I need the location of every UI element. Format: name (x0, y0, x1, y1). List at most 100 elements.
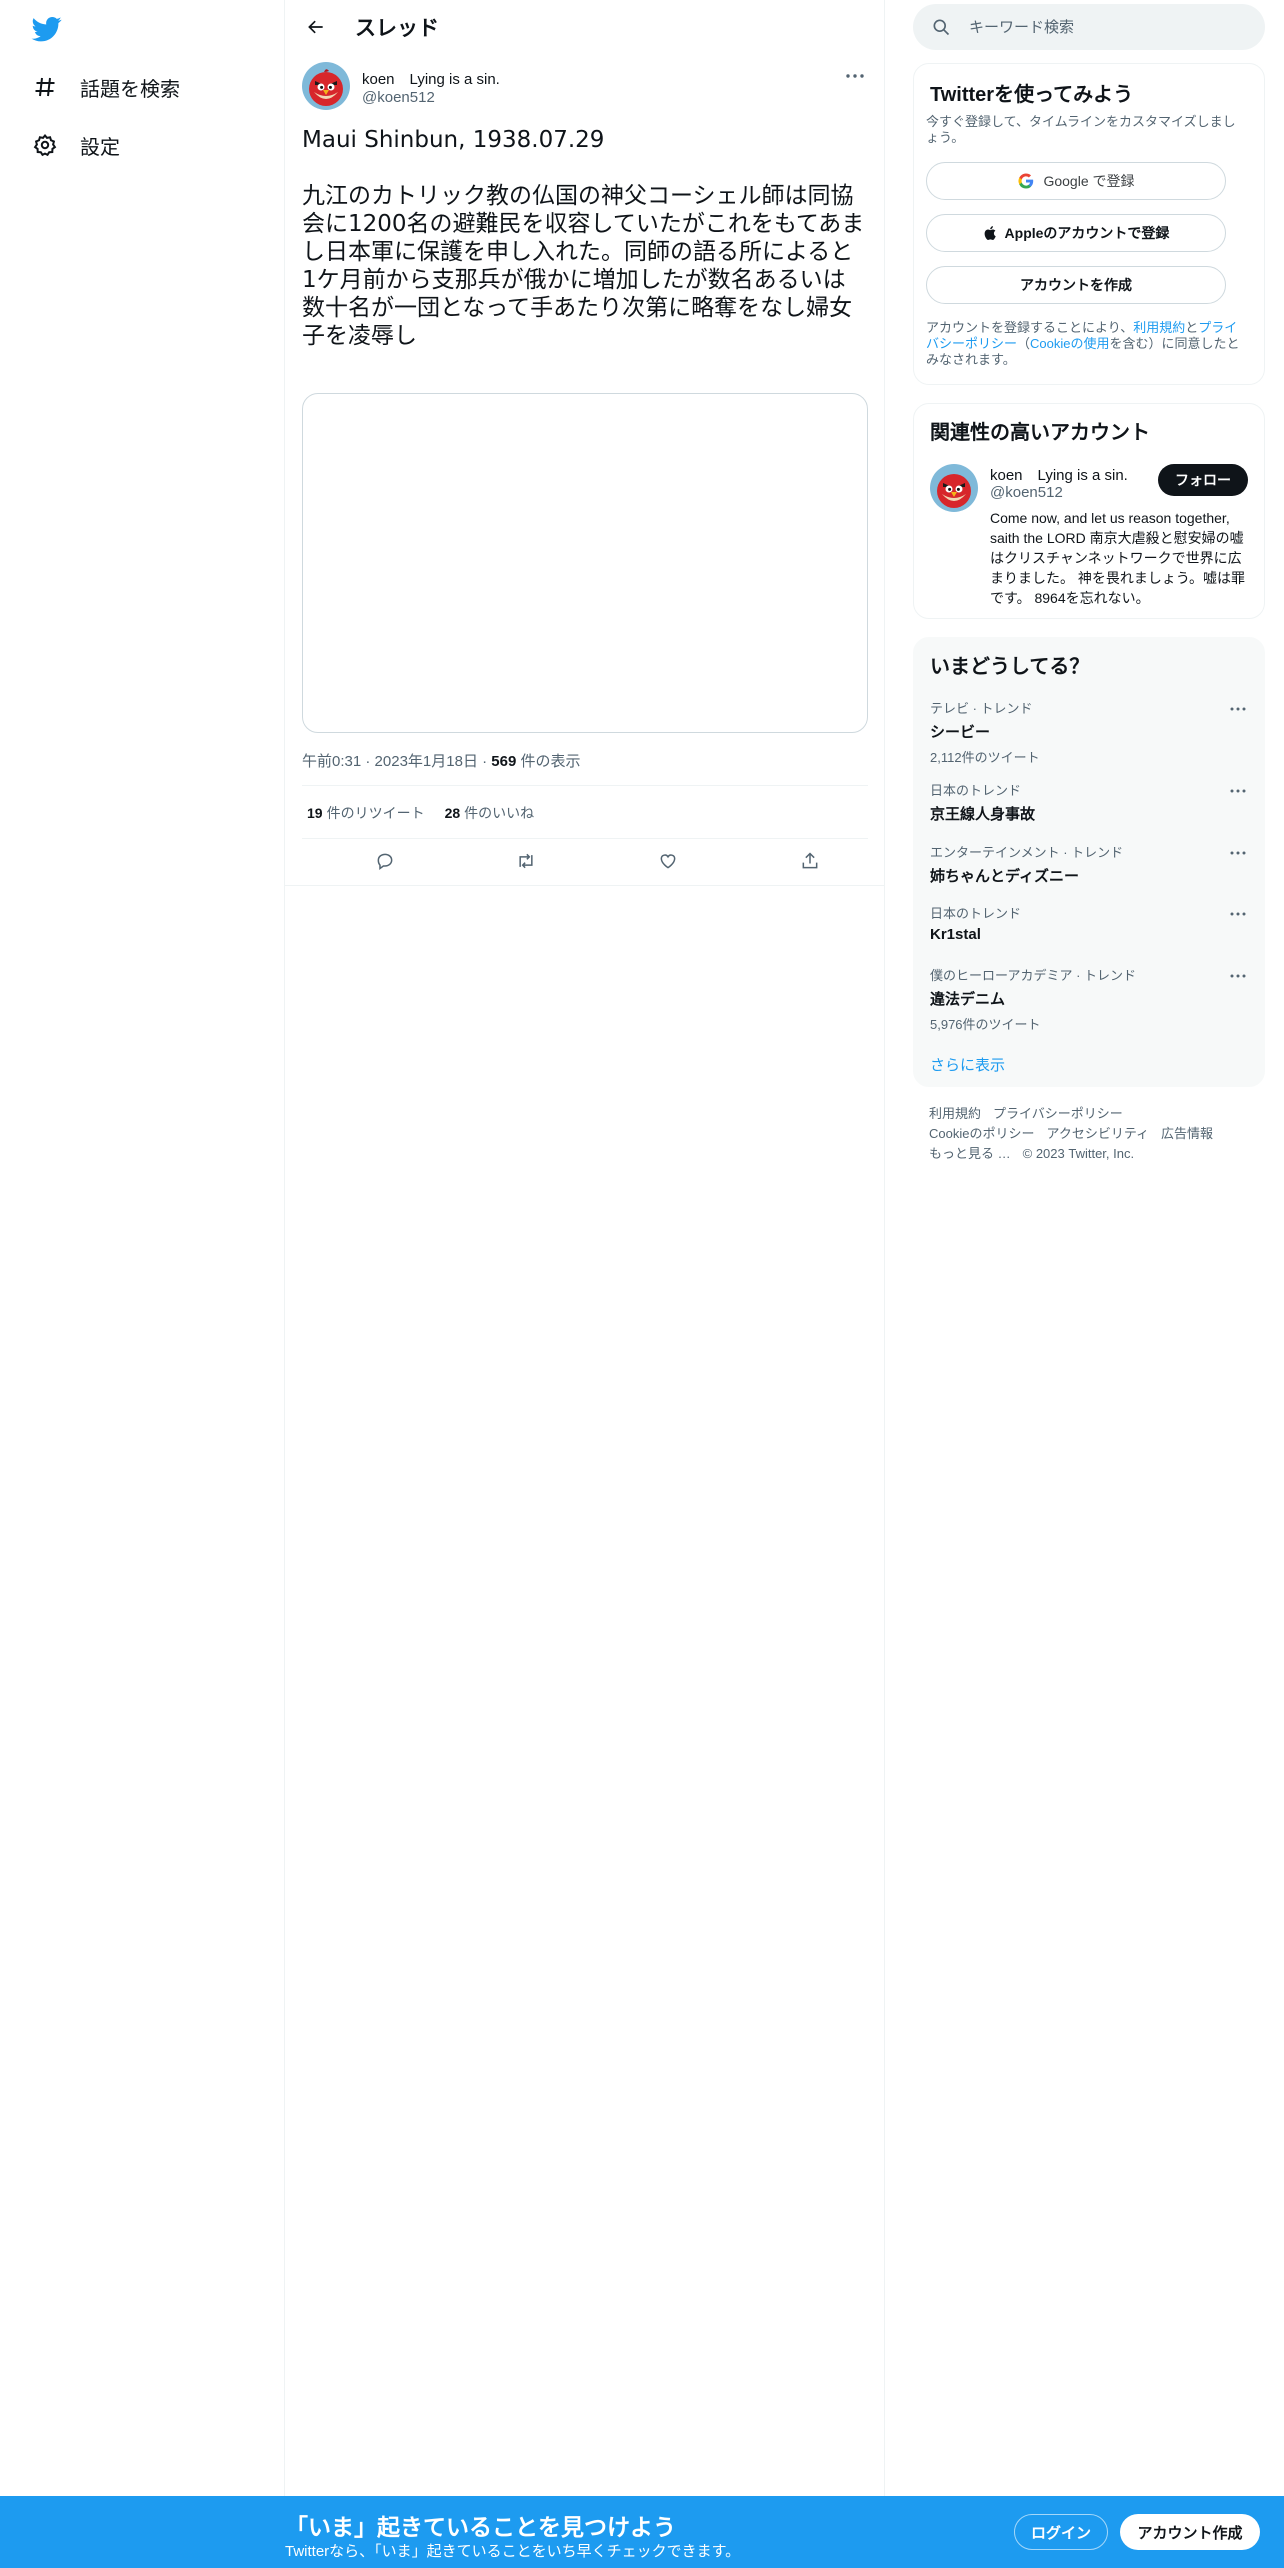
trend-name: シービー (930, 724, 991, 741)
google-signup-button[interactable]: Google で登録 (926, 162, 1226, 200)
author-handle[interactable]: @koen512 (362, 89, 435, 106)
tweet-text: Maui Shinbun, 1938.07.29 九江のカトリック教の仏国の神父… (302, 127, 865, 349)
login-button[interactable]: ログイン (1014, 2514, 1108, 2550)
more-dots-icon (1230, 789, 1246, 793)
avatar[interactable] (302, 62, 350, 110)
tweet-time[interactable]: 午前0:31 (302, 753, 361, 770)
footer-more-link[interactable]: もっと見る … (929, 1146, 1011, 1161)
trend-item[interactable]: 僕のヒーローアカデミア · トレンド 違法デニム 5,976件のツイート (930, 965, 1250, 1033)
related-account-name[interactable]: koen Lying is a sin. (990, 464, 1128, 485)
trend-item[interactable]: 日本のトレンド 京王線人身事故 (930, 780, 1250, 824)
bottom-bar-title: 「いま」起きていることを見つけよう (285, 2514, 676, 2540)
nav-settings[interactable]: 設定 (30, 125, 120, 165)
heart-icon (660, 854, 676, 869)
trend-context: エンターテインメント · トレンド (930, 845, 1124, 860)
tweet-timestamp: 午前0:31 · 2023年1月18日 · 569 件の表示 (302, 753, 581, 770)
trend-name: 京王線人身事故 (930, 806, 1036, 823)
trend-more-button[interactable] (1226, 784, 1250, 798)
related-title: 関連性の高いアカウント (930, 422, 1150, 444)
tweet-date[interactable]: 2023年1月18日 (375, 753, 478, 770)
nav-explore[interactable]: 話題を検索 (30, 67, 180, 107)
related-account-handle[interactable]: @koen512 (990, 484, 1063, 501)
tweet-actions (302, 842, 868, 880)
trend-more-button[interactable] (1226, 907, 1250, 921)
share-icon (802, 852, 818, 869)
create-account-label: アカウントを作成 (1020, 277, 1132, 293)
copyright: © 2023 Twitter, Inc. (1022, 1146, 1135, 1161)
show-more-link[interactable]: さらに表示 (930, 1054, 1005, 1075)
footer-links: 利用規約 プライバシーポリシー Cookieのポリシー アクセシビリティ 広告情報 も… (929, 1104, 1259, 1164)
search-icon (933, 19, 950, 36)
footer-link[interactable]: 広告情報 (1161, 1126, 1213, 1141)
footer-link[interactable]: Cookieのポリシー (929, 1126, 1034, 1141)
follow-button[interactable]: フォロー (1158, 464, 1248, 496)
likes-stat[interactable]: 28 件のいいね (445, 803, 535, 823)
trend-item[interactable]: 日本のトレンド Kr1stal (930, 903, 1250, 943)
related-accounts-card: 関連性の高いアカウント koen Lying is a sin. @koen51… (913, 403, 1265, 619)
search-input[interactable] (969, 18, 1229, 36)
divider (302, 785, 868, 786)
retweet-button[interactable] (513, 848, 539, 874)
views-count: 569 (491, 753, 517, 770)
likes-count: 28 (444, 805, 461, 821)
divider (302, 838, 868, 839)
trend-context: テレビ · トレンド (930, 701, 1033, 716)
search-box[interactable] (913, 4, 1265, 50)
trend-more-button[interactable] (1226, 846, 1250, 860)
page-title: スレッド (355, 17, 439, 40)
trend-context: 日本のトレンド (930, 783, 1022, 798)
more-dots-icon (1230, 912, 1246, 916)
like-button[interactable] (655, 848, 681, 874)
apple-icon (984, 226, 996, 240)
trend-context: 日本のトレンド (930, 906, 1022, 921)
bottom-signup-bar: 「いま」起きていることを見つけよう Twitterなら、「いま」起きていることを… (0, 2496, 1284, 2568)
signup-button[interactable]: アカウント作成 (1120, 2514, 1260, 2550)
bottom-bar-subtitle: Twitterなら、「いま」起きていることをいち早くチェックできます。 (285, 2543, 741, 2560)
trend-name: 違法デニム (930, 991, 1006, 1008)
page-header: スレッド (285, 0, 885, 54)
nav-explore-label: 話題を検索 (80, 78, 180, 101)
signup-subtitle: 今すぐ登録して、タイムラインをカスタマイズしましょう。 (926, 114, 1236, 145)
retweets-count: 19 (307, 805, 323, 821)
nav-settings-label: 設定 (80, 136, 120, 159)
avatar[interactable] (930, 464, 978, 512)
back-button[interactable] (299, 10, 333, 44)
apple-signup-button[interactable]: Appleのアカウントで登録 (926, 214, 1226, 252)
views-label: 件の表示 (520, 753, 581, 770)
footer-link[interactable]: プライバシーポリシー (993, 1106, 1123, 1121)
twitter-bird-icon[interactable] (30, 14, 64, 44)
retweets-stat[interactable]: 19 件のリツイート (307, 803, 425, 823)
terms-link[interactable]: 利用規約 (1133, 320, 1185, 335)
trend-name: 姉ちゃんとディズニー (930, 868, 1079, 885)
cookie-link[interactable]: Cookieの使用 (1030, 336, 1109, 351)
tweet-media[interactable] (302, 393, 868, 733)
reply-icon (377, 853, 393, 870)
more-options-button[interactable] (842, 66, 868, 86)
trend-item[interactable]: テレビ · トレンド シービー 2,112件のツイート (930, 698, 1250, 766)
author-name[interactable]: koen Lying is a sin. (362, 68, 500, 89)
footer-link[interactable]: 利用規約 (929, 1106, 981, 1121)
reply-button[interactable] (372, 848, 398, 874)
share-button[interactable] (797, 848, 823, 874)
trend-count: 5,976件のツイート (930, 1017, 1041, 1032)
signup-terms: アカウントを登録することにより、利用規約とプライバシーポリシー（Cookieの使… (926, 320, 1248, 368)
related-account-bio: Come now, and let us reason together, sa… (990, 510, 1246, 606)
more-dots-icon (846, 74, 864, 78)
google-signup-label: Google で登録 (1043, 173, 1135, 189)
trend-name: Kr1stal (930, 926, 981, 943)
retweet-icon (519, 853, 533, 869)
arrow-left-icon (308, 20, 323, 34)
footer-link[interactable]: アクセシビリティ (1046, 1126, 1149, 1141)
trend-more-button[interactable] (1226, 969, 1250, 983)
gear-icon (30, 130, 60, 160)
more-dots-icon (1230, 851, 1246, 855)
trend-more-button[interactable] (1226, 702, 1250, 716)
google-icon (1018, 173, 1034, 189)
tweet-stats: 19 件のリツイート 28 件のいいね (307, 803, 554, 823)
trend-item[interactable]: エンターテインメント · トレンド 姉ちゃんとディズニー (930, 842, 1250, 886)
trends-title: いまどうしてる？ (930, 656, 1090, 678)
hashtag-icon (30, 72, 60, 102)
trend-context: 僕のヒーローアカデミア · トレンド (930, 968, 1137, 983)
left-nav: 話題を検索 設定 (0, 0, 285, 2568)
create-account-button[interactable]: アカウントを作成 (926, 266, 1226, 304)
